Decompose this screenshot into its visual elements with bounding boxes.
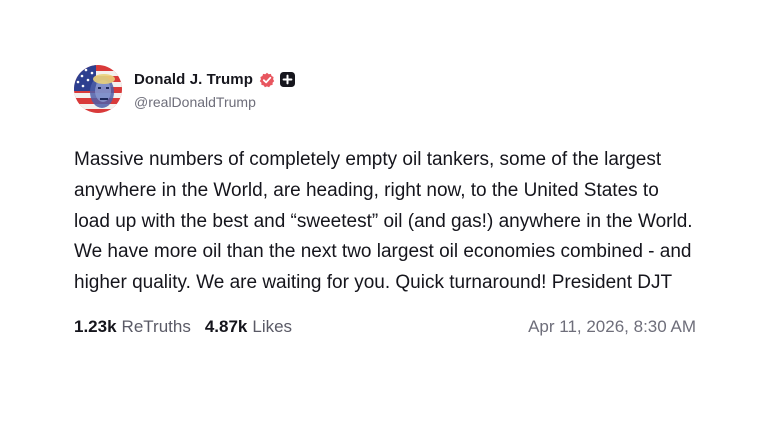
retruths-count: 1.23k — [74, 316, 117, 336]
retruths-label: ReTruths — [121, 316, 191, 336]
author-display-name[interactable]: Donald J. Trump — [134, 71, 253, 88]
post-timestamp[interactable]: Apr 11, 2026, 8:30 AM — [528, 317, 696, 337]
post-card: Donald J. Trump @realDonaldTrump Massive… — [74, 64, 696, 338]
post-header: Donald J. Trump @realDonaldTrump — [74, 64, 696, 114]
verified-badge-icon — [259, 72, 275, 88]
retruths-stat[interactable]: 1.23k ReTruths — [74, 317, 191, 337]
author-block: Donald J. Trump @realDonaldTrump — [134, 69, 296, 110]
post-text: Massive numbers of completely empty oil … — [74, 149, 693, 294]
avatar[interactable] — [74, 65, 122, 113]
avatar-image — [74, 65, 122, 113]
post-stats: 1.23k ReTruths 4.87k Likes Apr 11, 2026,… — [74, 316, 696, 338]
plus-badge-icon — [280, 72, 296, 87]
author-handle[interactable]: @realDonaldTrump — [134, 94, 295, 110]
likes-label: Likes — [252, 316, 293, 336]
name-row: Donald J. Trump — [134, 69, 296, 91]
likes-stat[interactable]: 4.87k Likes — [205, 317, 292, 337]
likes-count: 4.87k — [204, 316, 248, 336]
